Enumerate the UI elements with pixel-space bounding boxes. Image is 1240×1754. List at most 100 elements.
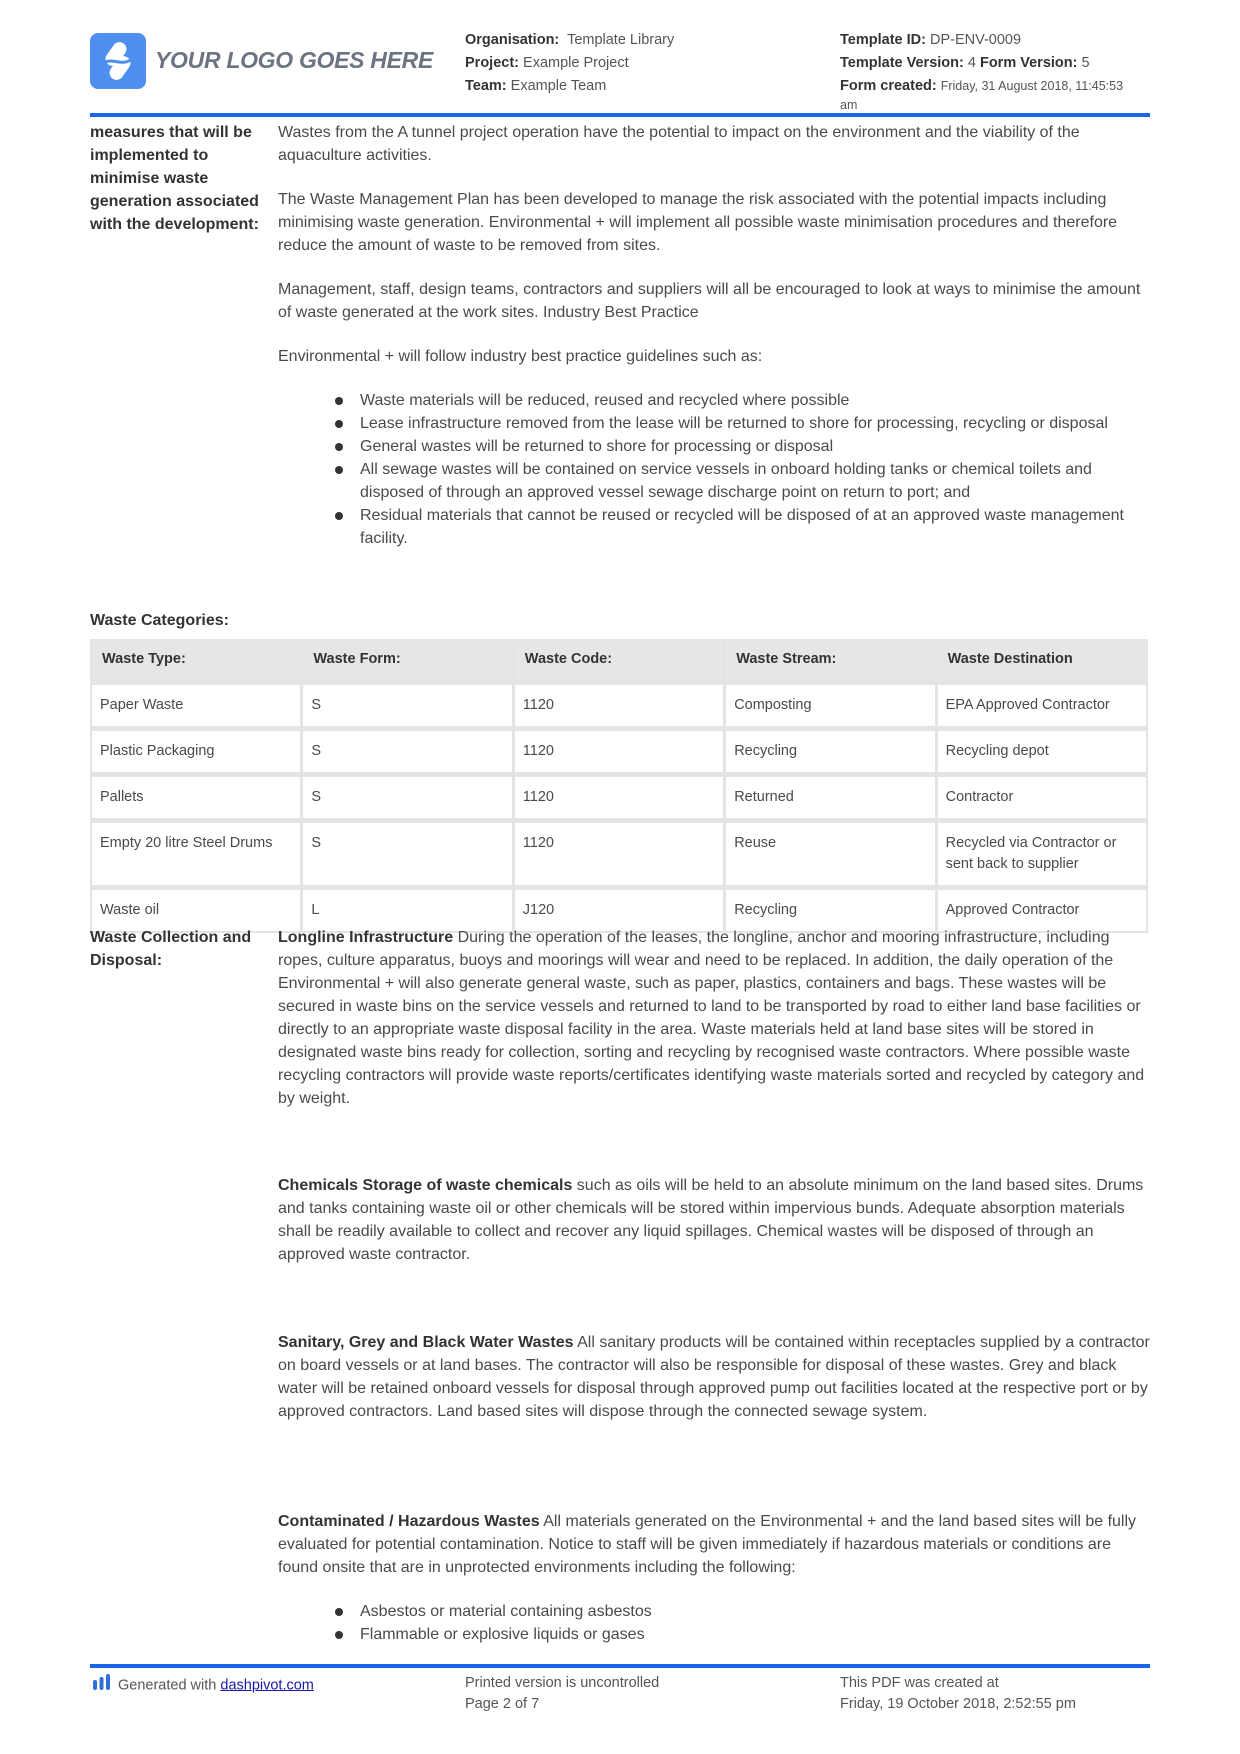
bullet-icon: [335, 397, 343, 405]
table-cell: Paper Waste: [92, 685, 301, 726]
table-cell: S: [303, 685, 512, 726]
list-item-text: All sewage wastes will be contained on s…: [360, 461, 1092, 501]
waste-table-grid: Waste Type: Waste Form: Waste Code: Waste S…: [92, 641, 1146, 931]
table-cell: Recycling depot: [937, 731, 1146, 772]
project-label: Project:: [465, 55, 519, 71]
page-header: YOUR LOGO GOES HERE Organisation: Templa…: [0, 0, 1240, 118]
table-cell: Waste oil: [92, 890, 301, 931]
list-item-text: Asbestos or material containing asbestos: [360, 1603, 652, 1620]
organisation-label: Organisation:: [465, 32, 560, 48]
table-cell: Recycling: [726, 731, 935, 772]
pdf-created: This PDF was created at Friday, 19 Octob…: [840, 1673, 1076, 1715]
section-heading: Longline Infrastructure: [278, 929, 454, 946]
logo-text: YOUR LOGO GOES HERE: [155, 47, 434, 73]
organisation-info: Organisation: Template Library Project: …: [465, 29, 674, 98]
table-cell: Recycling: [726, 890, 935, 931]
form-created-label: Form created:: [840, 78, 937, 94]
section-heading: Chemicals Storage of waste chemicals: [278, 1177, 573, 1194]
project-value: Example Project: [523, 55, 629, 71]
team-value: Example Team: [510, 78, 607, 94]
section-heading: Sanitary, Grey and Black Water Wastes: [278, 1334, 574, 1351]
table-cell: S: [303, 731, 512, 772]
list-item: Lease infrastructure removed from the le…: [278, 412, 1153, 435]
template-id-label: Template ID:: [840, 32, 926, 48]
list-item: Flammable or explosive liquids or gases: [278, 1623, 1153, 1646]
bullet-icon: [335, 420, 343, 428]
collection-section-longline: Longline Infrastructure During the opera…: [278, 926, 1153, 1110]
table-cell: Composting: [726, 685, 935, 726]
table-header-cell: Waste Type:: [92, 641, 301, 680]
list-item-text: Flammable or explosive liquids or gases: [360, 1626, 645, 1643]
waste-categories-title: Waste Categories:: [90, 612, 229, 629]
measures-content: Wastes from the A tunnel project operati…: [278, 121, 1153, 550]
printed-notice: Printed version is uncontrolled: [465, 1675, 660, 1691]
dashpivot-bars-icon: [92, 1673, 112, 1698]
table-header-cell: Waste Stream:: [726, 641, 935, 680]
generated-with: Generated with dashpivot.com: [92, 1673, 314, 1698]
table-cell: Plastic Packaging: [92, 731, 301, 772]
form-created-value: Friday, 31 August 2018, 11:45:53: [940, 79, 1124, 93]
table-cell: S: [303, 823, 512, 885]
generated-prefix: Generated with: [118, 1677, 221, 1694]
list-item: Asbestos or material containing asbestos: [278, 1600, 1153, 1623]
organisation-value: Template Library: [567, 32, 675, 48]
pdf-created-label: This PDF was created at: [840, 1675, 999, 1691]
table-header-cell: Waste Code:: [514, 641, 724, 680]
form-created-suffix: am: [840, 98, 858, 112]
table-cell: Returned: [726, 777, 935, 818]
list-item: Waste materials will be reduced, reused …: [278, 389, 1153, 412]
table-cell: Pallets: [92, 777, 301, 818]
bullet-icon: [335, 443, 343, 451]
collection-label: Waste Collection and Disposal:: [90, 929, 252, 969]
list-item: Residual materials that cannot be reused…: [278, 504, 1153, 550]
measures-label: measures that will be implemented to min…: [90, 124, 259, 233]
measures-paragraph: The Waste Management Plan has been devel…: [278, 191, 1118, 254]
table-cell: EPA Approved Contractor: [937, 685, 1146, 726]
table-cell: Reuse: [726, 823, 935, 885]
hazard-list: Asbestos or material containing asbestos…: [278, 1600, 1153, 1646]
footer-divider: [90, 1664, 1150, 1668]
collection-section-sanitary: Sanitary, Grey and Black Water Wastes Al…: [278, 1331, 1153, 1423]
header-divider: [90, 113, 1150, 117]
table-cell: L: [303, 890, 512, 931]
template-version-value: 4: [967, 55, 976, 71]
page-number: Page 2 of 7: [465, 1696, 540, 1712]
table-cell: S: [303, 777, 512, 818]
list-item: All sewage wastes will be contained on s…: [278, 458, 1153, 504]
table-header-cell: Waste Form:: [303, 641, 512, 680]
bullet-icon: [335, 466, 343, 474]
pdf-created-value: Friday, 19 October 2018, 2:52:55 pm: [840, 1696, 1076, 1712]
best-practice-list: Waste materials will be reduced, reused …: [278, 389, 1153, 550]
logo-icon: [90, 33, 146, 89]
bullet-icon: [335, 512, 343, 520]
measures-paragraph: Management, staff, design teams, contrac…: [278, 281, 1141, 321]
table-header-cell: Waste Destination: [937, 641, 1146, 680]
waste-categories-table: Waste Type: Waste Form: Waste Code: Waste S…: [90, 639, 1148, 933]
table-cell: Approved Contractor: [937, 890, 1146, 931]
bullet-icon: [335, 1608, 343, 1616]
form-version-label: Form Version:: [979, 55, 1078, 71]
team-label: Team:: [465, 78, 507, 94]
dashpivot-link[interactable]: dashpivot.com: [220, 1677, 314, 1693]
template-info: Template ID: DP-ENV-0009 Template Versio…: [840, 29, 1123, 112]
table-cell: 1120: [514, 823, 724, 885]
collection-section-chemicals: Chemicals Storage of waste chemicals suc…: [278, 1174, 1153, 1266]
measures-paragraph: Environmental + will follow industry bes…: [278, 348, 763, 365]
list-item-text: Residual materials that cannot be reused…: [360, 507, 1124, 547]
table-cell: Empty 20 litre Steel Drums: [92, 823, 301, 885]
section-heading: Contaminated / Hazardous Wastes: [278, 1513, 540, 1530]
bullet-icon: [335, 1631, 343, 1639]
table-cell: 1120: [514, 731, 724, 772]
table-cell: Recycled via Contractor or sent back to …: [937, 823, 1146, 885]
list-item-text: Waste materials will be reduced, reused …: [360, 392, 850, 409]
list-item: General wastes will be returned to shore…: [278, 435, 1153, 458]
list-item-text: General wastes will be returned to shore…: [360, 438, 834, 455]
template-id-value: DP-ENV-0009: [929, 32, 1022, 48]
table-cell: Contractor: [937, 777, 1146, 818]
template-version-label: Template Version:: [840, 55, 964, 71]
table-cell: 1120: [514, 685, 724, 726]
section-text: During the operation of the leases, the …: [278, 929, 1145, 1107]
form-version-value: 5: [1081, 55, 1090, 71]
list-item-text: Lease infrastructure removed from the le…: [360, 415, 1108, 432]
print-notice: Printed version is uncontrolled Page 2 o…: [465, 1673, 659, 1715]
